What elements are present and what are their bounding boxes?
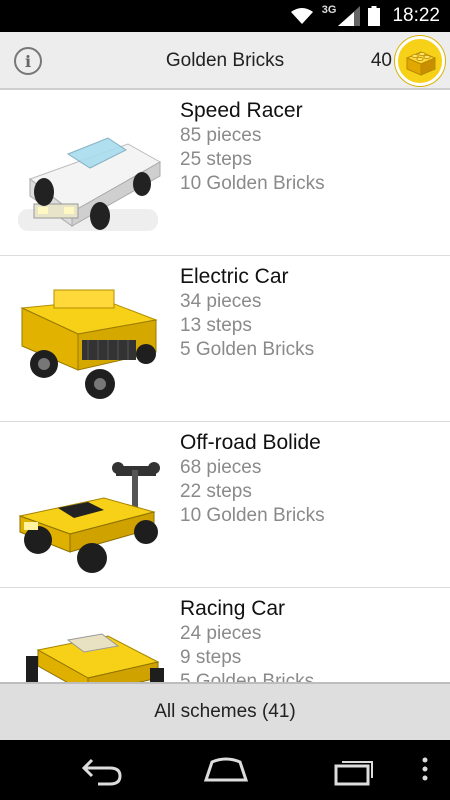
scheme-title: Electric Car bbox=[180, 265, 289, 288]
schemes-list[interactable]: Speed Racer 85 pieces 25 steps 10 Golden… bbox=[0, 90, 450, 682]
list-item-racing-car[interactable]: Racing Car 24 pieces 9 steps 5 Golden Br… bbox=[0, 588, 450, 682]
overflow-menu-icon[interactable] bbox=[418, 754, 432, 786]
signal-icon bbox=[338, 6, 361, 26]
status-icons: 3G 18:22 bbox=[290, 0, 440, 32]
scheme-pieces: 85 pieces bbox=[180, 125, 262, 146]
all-schemes-button[interactable]: All schemes (41) bbox=[0, 682, 450, 740]
white-race-car-model bbox=[18, 137, 162, 231]
scheme-golden-bricks: 5 Golden Bricks bbox=[180, 671, 315, 682]
recent-apps-icon[interactable] bbox=[328, 754, 376, 786]
scheme-title: Speed Racer bbox=[180, 99, 303, 122]
item-text: Speed Racer 85 pieces 25 steps 10 Golden… bbox=[180, 98, 325, 196]
clock: 18:22 bbox=[392, 5, 440, 26]
scheme-pieces: 24 pieces bbox=[180, 623, 262, 644]
scheme-pieces: 68 pieces bbox=[180, 457, 262, 478]
scheme-golden-bricks: 5 Golden Bricks bbox=[180, 339, 315, 360]
network-type-label: 3G bbox=[321, 4, 337, 16]
item-text: Racing Car 24 pieces 9 steps 5 Golden Br… bbox=[180, 596, 314, 682]
yellow-offroad-buggy-model bbox=[18, 462, 160, 573]
action-bar: i Golden Bricks 40 bbox=[0, 32, 450, 90]
scheme-golden-bricks: 10 Golden Bricks bbox=[180, 173, 325, 194]
item-text: Electric Car 34 pieces 13 steps 5 Golden… bbox=[180, 264, 314, 362]
scheme-title: Off-road Bolide bbox=[180, 431, 321, 454]
scheme-steps: 13 steps bbox=[180, 315, 252, 336]
list-item-speed-racer[interactable]: Speed Racer 85 pieces 25 steps 10 Golden… bbox=[0, 90, 450, 256]
scheme-steps: 9 steps bbox=[180, 647, 242, 668]
scheme-steps: 22 steps bbox=[180, 481, 252, 502]
home-icon[interactable] bbox=[200, 754, 252, 786]
status-bar: 3G 18:22 bbox=[0, 0, 450, 32]
golden-bricks-count: 40 bbox=[370, 50, 392, 71]
navigation-bar bbox=[0, 740, 450, 800]
golden-brick-icon bbox=[405, 51, 437, 76]
scheme-title: Racing Car bbox=[180, 597, 286, 620]
scheme-pieces: 34 pieces bbox=[180, 291, 262, 312]
wifi-icon bbox=[290, 8, 313, 24]
yellow-racing-car-model bbox=[26, 633, 164, 682]
yellow-electric-car-model bbox=[20, 289, 158, 399]
battery-icon bbox=[368, 6, 381, 26]
back-icon[interactable] bbox=[76, 754, 124, 786]
golden-bricks-button[interactable] bbox=[395, 36, 445, 86]
item-text: Off-road Bolide 68 pieces 22 steps 10 Go… bbox=[180, 430, 325, 528]
scheme-golden-bricks: 10 Golden Bricks bbox=[180, 505, 325, 526]
scheme-steps: 25 steps bbox=[180, 149, 252, 170]
list-item-electric-car[interactable]: Electric Car 34 pieces 13 steps 5 Golden… bbox=[0, 256, 450, 422]
list-item-off-road-bolide[interactable]: Off-road Bolide 68 pieces 22 steps 10 Go… bbox=[0, 422, 450, 588]
